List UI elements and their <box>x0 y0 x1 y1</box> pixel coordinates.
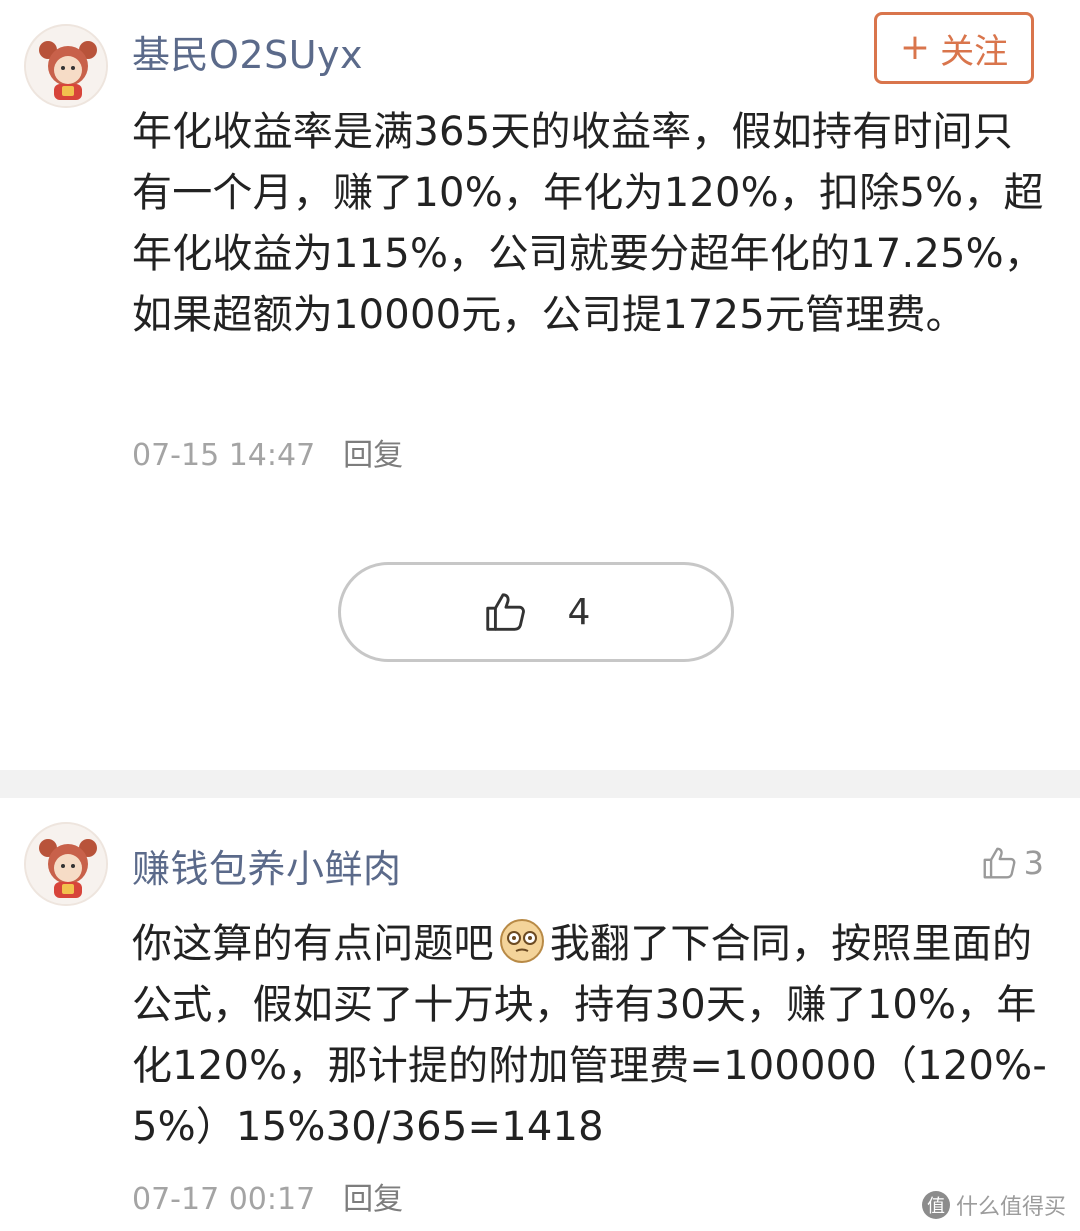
follow-button[interactable]: + 关注 <box>874 12 1034 84</box>
thumbs-up-icon <box>983 847 1016 879</box>
username[interactable]: 赚钱包养小鲜肉 <box>132 838 402 893</box>
follow-label: 关注 <box>940 31 1009 72</box>
dazed-face-emoji-icon <box>499 919 544 963</box>
comment-meta: 07-17 00:17 回复 <box>132 1174 403 1218</box>
cartoon-avatar-icon <box>26 824 106 904</box>
like-count: 3 <box>1023 844 1044 882</box>
comment-item-2: 赚钱包养小鲜肉 3 你这算的有点问题吧 我翻了下合同，按照里面的公式，假如买了十… <box>0 798 1080 1231</box>
comment-timestamp: 07-17 00:17 <box>132 1182 316 1217</box>
like-button[interactable]: 3 <box>980 844 1044 882</box>
comment-body-part-1: 你这算的有点问题吧 <box>132 921 494 967</box>
plus-icon: + <box>899 27 931 68</box>
comment-timestamp: 07-15 14:47 <box>132 438 316 473</box>
like-button[interactable]: 4 <box>338 562 734 662</box>
user-avatar[interactable] <box>24 822 108 906</box>
site-watermark: 值 什么值得买 <box>921 1189 1066 1221</box>
comment-meta: 07-15 14:47 回复 <box>132 430 403 474</box>
thumbs-up-icon <box>485 593 525 631</box>
cartoon-avatar-icon <box>26 26 106 106</box>
comment-item-1: 基民O2SUyx + 关注 年化收益率是满365天的收益率，假如持有时间只有一个… <box>0 0 1080 770</box>
reply-button[interactable]: 回复 <box>343 1182 403 1217</box>
comment-divider <box>0 770 1080 798</box>
comment-body: 年化收益率是满365天的收益率，假如持有时间只有一个月，赚了10%，年化为120… <box>132 109 1045 338</box>
comment-body: 你这算的有点问题吧 我翻了下合同，按照里面的公式，假如买了十万块，持有30天，赚… <box>132 914 1052 1158</box>
user-avatar[interactable] <box>24 24 108 108</box>
like-count: 4 <box>567 591 591 633</box>
username[interactable]: 基民O2SUyx <box>132 24 363 79</box>
watermark-text: 什么值得买 <box>955 1195 1066 1220</box>
reply-button[interactable]: 回复 <box>343 438 403 473</box>
watermark-badge: 值 <box>921 1191 950 1219</box>
